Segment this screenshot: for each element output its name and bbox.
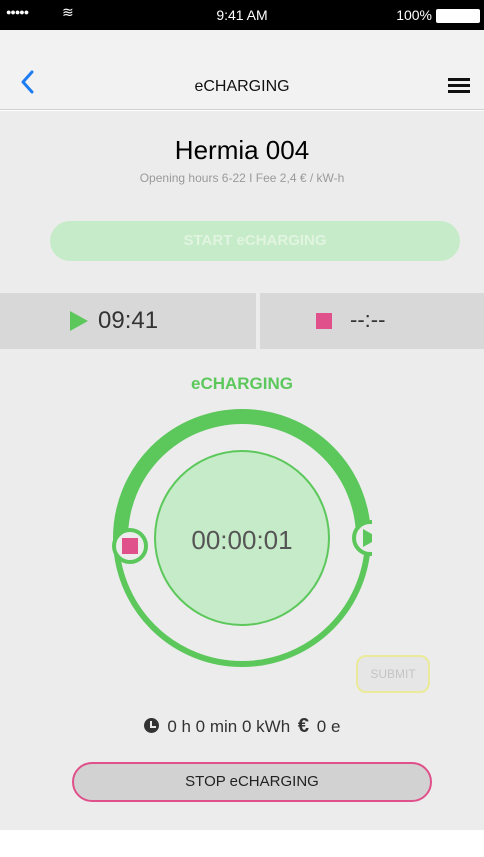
navigation-bar: eCHARGING <box>0 30 484 110</box>
end-time-panel: --:-- <box>260 293 484 349</box>
start-time: 09:41 <box>98 307 159 334</box>
duration-value: 0 h 0 min <box>167 717 238 736</box>
charging-stats: 0 h 0 min 0 kWh € 0 e <box>0 715 484 738</box>
page-title: eCHARGING <box>194 78 290 95</box>
station-name: Hermia 004 <box>174 135 310 165</box>
hamburger-menu-icon[interactable] <box>448 78 470 94</box>
stop-charging-button[interactable]: STOP eCHARGING <box>72 762 432 802</box>
battery-icon <box>436 9 480 23</box>
submit-button[interactable]: SUBMIT <box>356 655 430 693</box>
elapsed-timer: 00:00:01 <box>191 525 293 555</box>
end-time: --:-- <box>350 307 386 332</box>
play-icon <box>70 311 88 331</box>
charging-status-label: eCHARGING <box>190 374 293 393</box>
start-charging-button[interactable]: START eCHARGING <box>50 221 460 261</box>
main-content: Hermia 004 Opening hours 6-22 I Fee 2,4 … <box>0 111 484 830</box>
energy-value: 0 kWh <box>241 717 291 736</box>
euro-icon: € <box>297 715 310 737</box>
charging-gauge: 00:00:01 <box>112 408 388 668</box>
start-time-panel: 09:41 <box>0 293 256 349</box>
station-info: Opening hours 6-22 I Fee 2,4 € / kW-h <box>139 171 345 185</box>
battery-percent: 100% <box>396 7 432 23</box>
stop-icon <box>316 313 332 329</box>
clock-icon <box>143 718 159 733</box>
cost-value: 0 e <box>316 717 341 736</box>
status-bar: ●●●●● ≋ 9:41 AM 100% <box>0 0 484 30</box>
bottom-area <box>0 830 484 857</box>
